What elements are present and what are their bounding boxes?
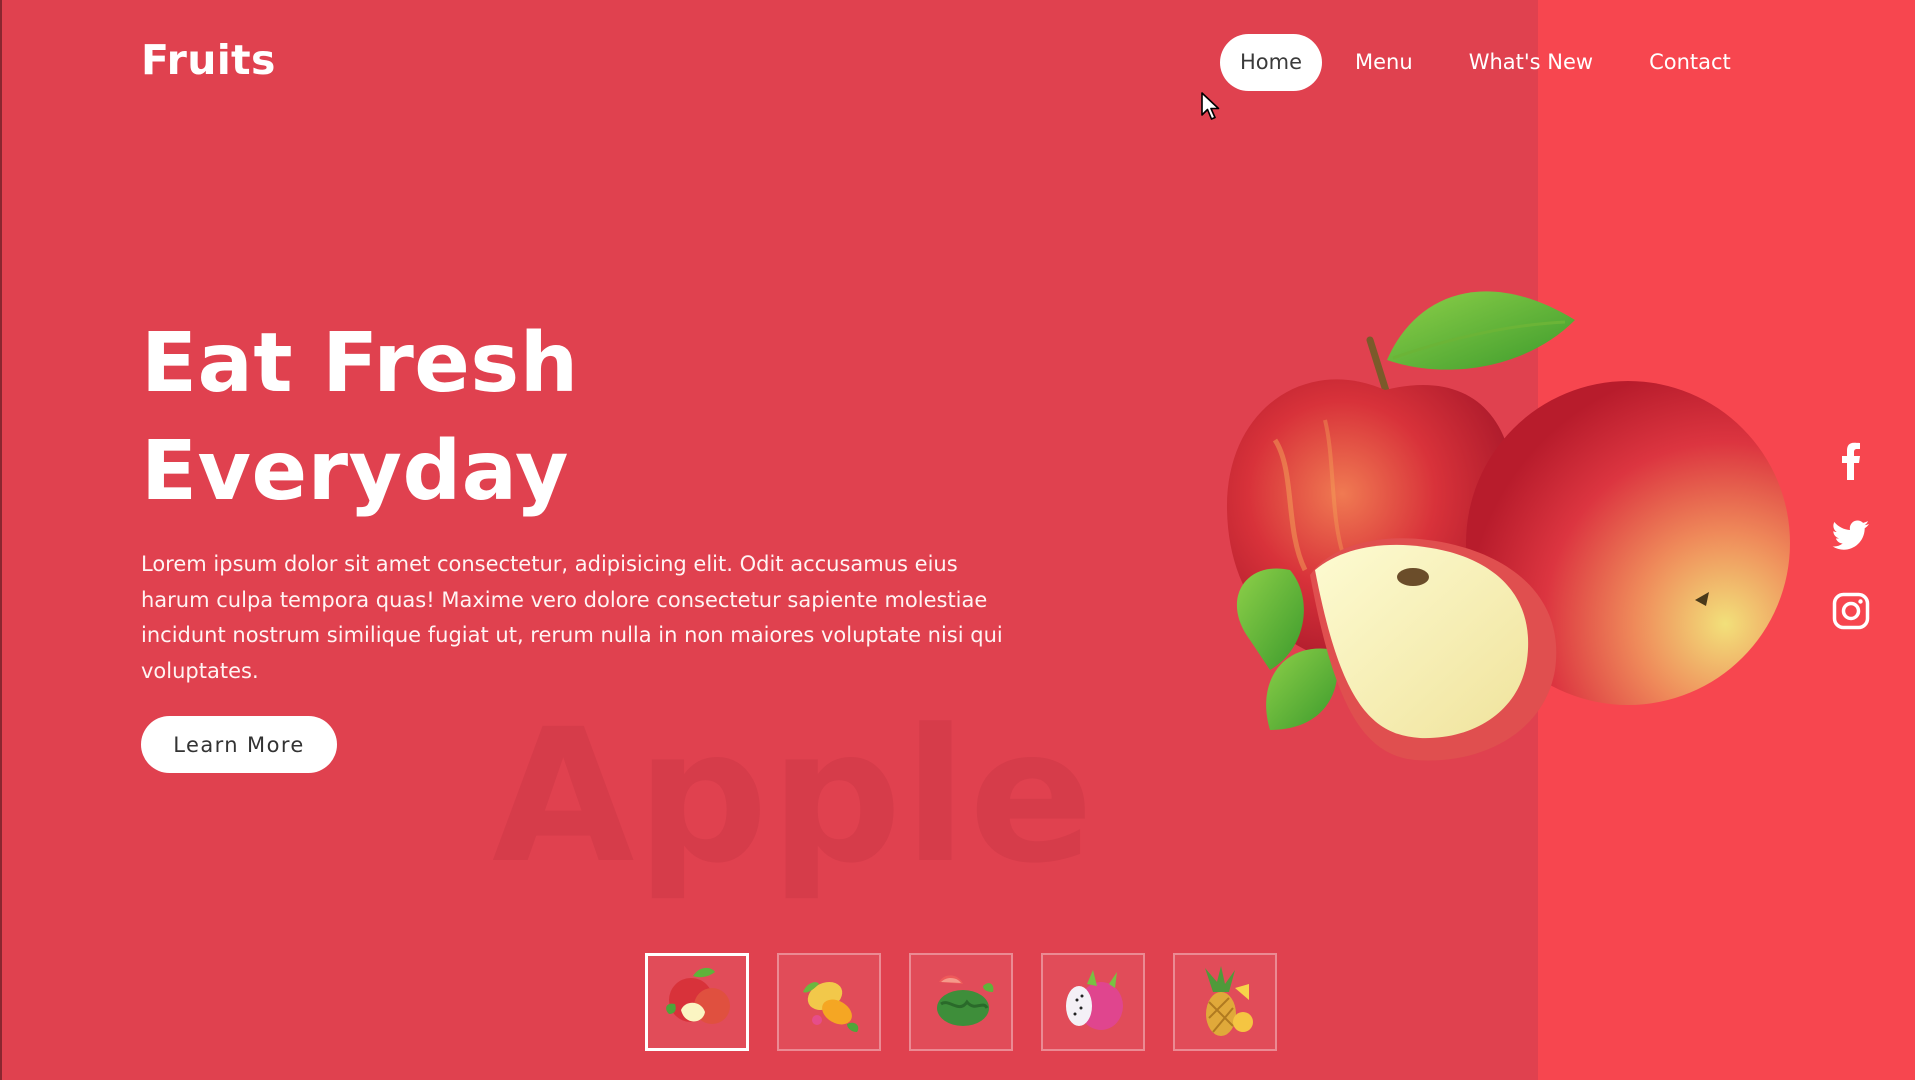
- dragonfruit-thumbnail-icon: [1066, 970, 1123, 1030]
- hero-title-line-2: Everyday: [141, 424, 569, 519]
- apple-thumbnail-icon: [666, 967, 730, 1024]
- brand-logo[interactable]: Fruits: [141, 36, 276, 84]
- nav-home[interactable]: Home: [1220, 34, 1323, 91]
- window-edge: [0, 0, 2, 1080]
- instagram-icon[interactable]: [1830, 590, 1872, 632]
- twitter-icon[interactable]: [1830, 515, 1872, 557]
- nav-menu[interactable]: Menu: [1332, 34, 1436, 91]
- pineapple-thumbnail-icon: [1205, 966, 1253, 1036]
- thumbnail-dragonfruit[interactable]: [1041, 953, 1145, 1051]
- main-nav: Home Menu What's New Contact: [1220, 34, 1764, 91]
- thumbnail-apple[interactable]: [645, 953, 749, 1051]
- fruit-watermark: Apple: [492, 690, 1096, 904]
- thumbnail-pineapple[interactable]: [1173, 953, 1277, 1051]
- nav-contact[interactable]: Contact: [1626, 34, 1754, 91]
- fruit-thumbnails: [645, 953, 1305, 1051]
- hero-title: Eat Fresh Everyday: [141, 310, 579, 526]
- watermelon-thumbnail-icon: [937, 975, 994, 1026]
- thumbnail-mango[interactable]: [777, 953, 881, 1051]
- hero-title-line-1: Eat Fresh: [141, 316, 579, 411]
- mouse-cursor-icon: [1201, 92, 1220, 120]
- mango-thumbnail-icon: [803, 981, 859, 1032]
- thumbnail-watermelon[interactable]: [909, 953, 1013, 1051]
- hero-description: Lorem ipsum dolor sit amet consectetur, …: [141, 552, 1003, 683]
- nav-whats-new[interactable]: What's New: [1446, 34, 1616, 91]
- social-links: [1830, 440, 1872, 665]
- learn-more-button[interactable]: Learn More: [141, 716, 337, 773]
- apples-image: [1226, 291, 1790, 761]
- facebook-icon[interactable]: [1830, 440, 1872, 482]
